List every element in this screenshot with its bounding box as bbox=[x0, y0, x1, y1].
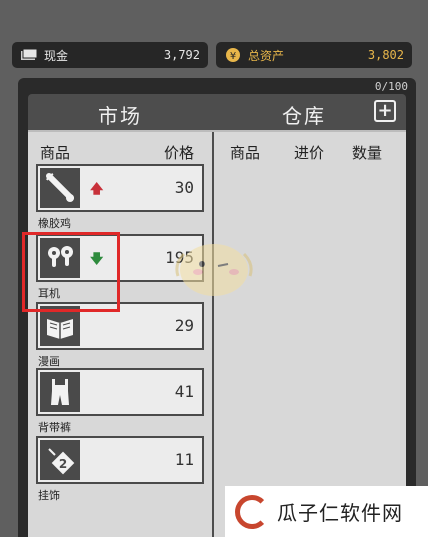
market-item[interactable]: 🡅 30 橡胶鸡 bbox=[36, 164, 206, 231]
cash-label: 现金 bbox=[44, 48, 69, 63]
item-card[interactable]: 41 bbox=[36, 368, 204, 416]
highlight-box bbox=[22, 232, 120, 312]
warehouse-col-product: 商品 bbox=[230, 144, 261, 162]
watermark-logo-icon bbox=[235, 494, 269, 529]
item-price: 11 bbox=[174, 450, 194, 469]
market-col-price: 价格 bbox=[164, 144, 195, 162]
warehouse-title: 仓库 bbox=[282, 104, 326, 128]
market-col-product: 商品 bbox=[40, 144, 71, 162]
cash-bar: 现金 3,792 bbox=[12, 42, 208, 68]
svg-text:2: 2 bbox=[59, 457, 67, 471]
market-item[interactable]: 41 背带裤 bbox=[36, 368, 206, 435]
svg-text:¥: ¥ bbox=[230, 51, 236, 62]
item-price: 30 bbox=[174, 178, 194, 197]
item-name: 背带裤 bbox=[38, 421, 71, 434]
market-item[interactable]: 2 11 挂饰 bbox=[36, 436, 206, 503]
item-price: 41 bbox=[174, 382, 194, 401]
watermark-text: 瓜子仁软件网 bbox=[277, 501, 403, 525]
item-name: 漫画 bbox=[38, 355, 60, 368]
rubber-chicken-icon bbox=[40, 168, 80, 208]
total-assets-value: 3,802 bbox=[367, 48, 404, 62]
market-item[interactable]: 29 漫画 bbox=[36, 302, 206, 369]
warehouse-capacity: 0/100 bbox=[374, 80, 408, 93]
warehouse-col-qty: 数量 bbox=[352, 144, 383, 162]
watermark: 瓜子仁软件网 bbox=[225, 486, 428, 537]
panel-body: 市场 仓库 + 商品 价格 商品 进价 数量 🡅 30 橡胶鸡 🡇 195 耳机… bbox=[28, 94, 406, 537]
cash-value: 3,792 bbox=[163, 48, 200, 62]
comic-book-icon bbox=[40, 306, 80, 346]
market-title: 市场 bbox=[98, 104, 142, 128]
column-divider bbox=[212, 132, 214, 537]
overalls-icon bbox=[40, 372, 80, 412]
item-price: 29 bbox=[174, 316, 194, 335]
total-assets-label: 总资产 bbox=[248, 48, 285, 63]
item-card[interactable]: 2 11 bbox=[36, 436, 204, 484]
plus-icon: + bbox=[377, 100, 393, 121]
item-card[interactable]: 🡅 30 bbox=[36, 164, 204, 212]
asset-icon: ¥ bbox=[224, 47, 242, 63]
mascot-image bbox=[164, 224, 264, 304]
trade-content: 商品 价格 商品 进价 数量 🡅 30 橡胶鸡 🡇 195 耳机 29 漫画 4… bbox=[28, 130, 406, 537]
trend-up-icon: 🡅 bbox=[90, 182, 104, 197]
total-assets-bar: ¥ 总资产 3,802 bbox=[216, 42, 412, 68]
add-warehouse-button[interactable]: + bbox=[374, 100, 396, 122]
warehouse-col-cost: 进价 bbox=[294, 144, 325, 162]
pendant-icon: 2 bbox=[40, 440, 80, 480]
cash-icon bbox=[20, 47, 38, 63]
item-name: 挂饰 bbox=[38, 489, 60, 502]
